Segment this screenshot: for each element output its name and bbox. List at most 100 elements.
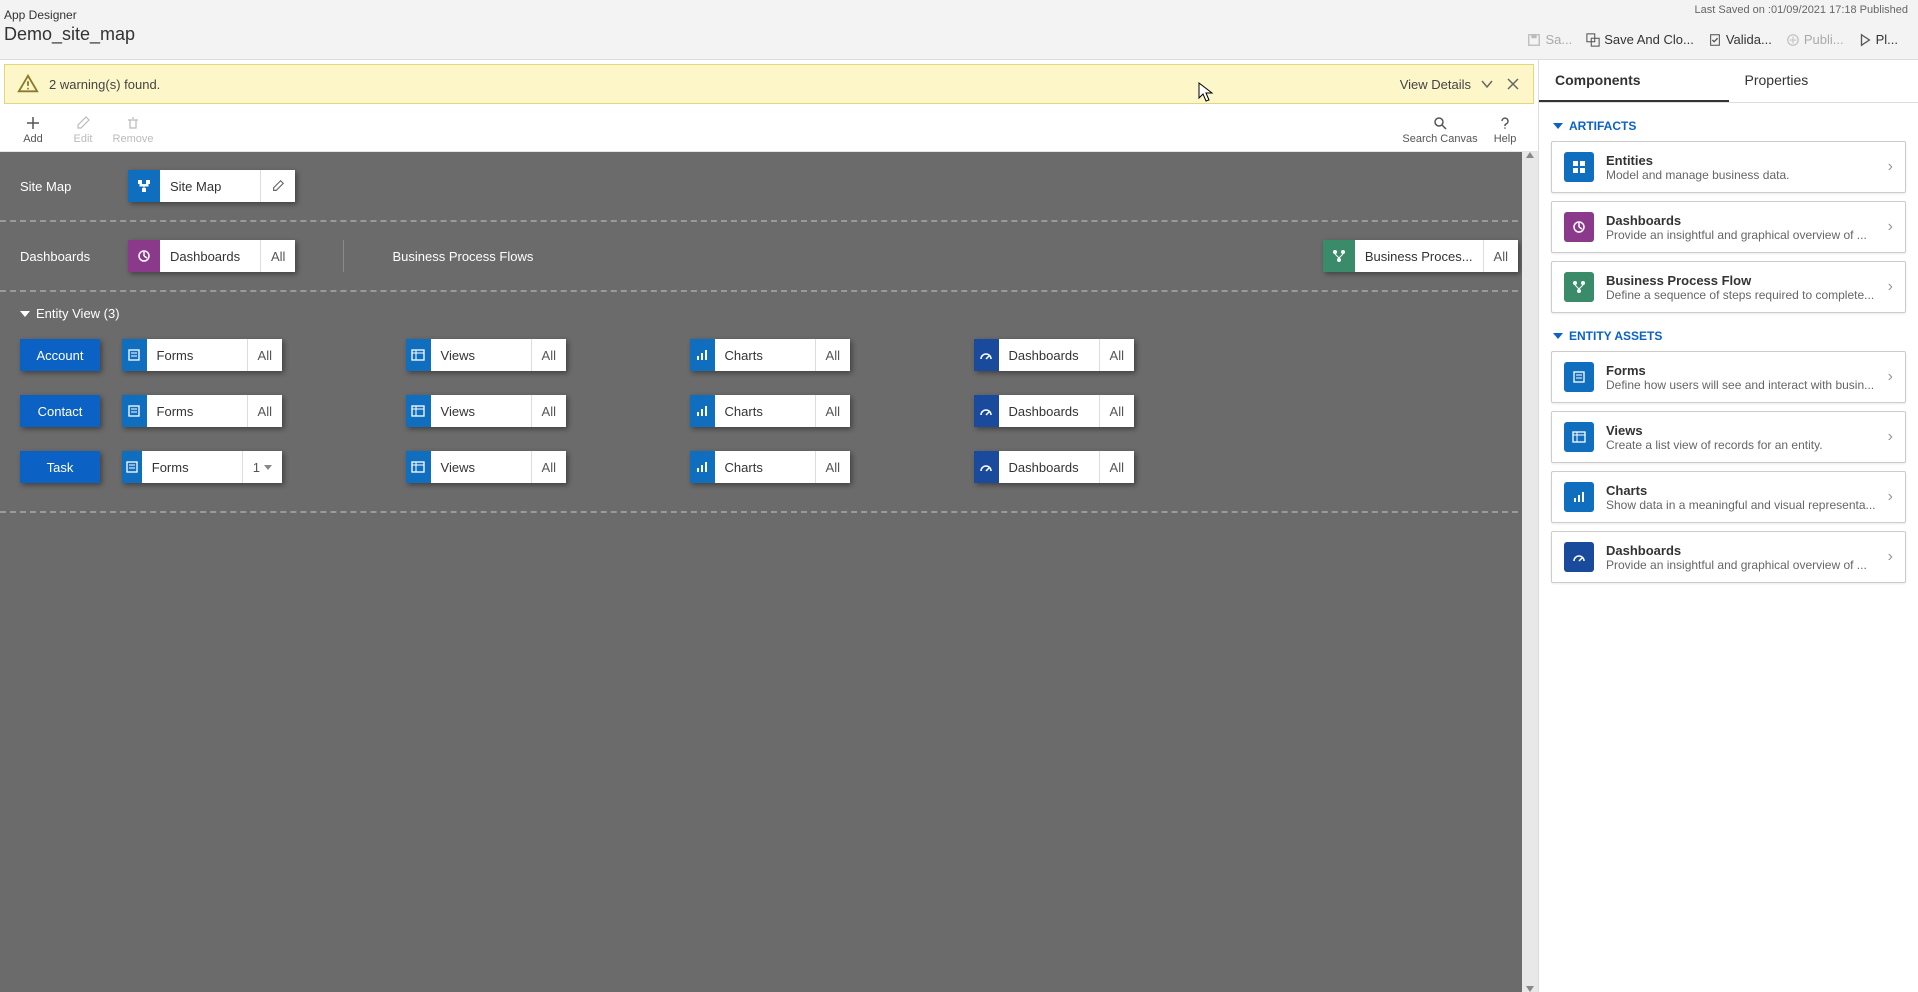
components-panel: ARTIFACTS EntitiesModel and manage busin… bbox=[1539, 103, 1918, 992]
dashboards-count[interactable]: All bbox=[1099, 339, 1134, 371]
card-charts[interactable]: ChartsShow data in a meaningful and visu… bbox=[1551, 471, 1906, 523]
entity-view-header[interactable]: Entity View (3) bbox=[0, 292, 1538, 321]
save-and-close-button[interactable]: Save And Clo... bbox=[1582, 26, 1698, 53]
tab-components[interactable]: Components bbox=[1539, 60, 1729, 102]
bpf-tile[interactable]: Business Proces... All bbox=[1323, 240, 1518, 272]
card-desc: Define a sequence of steps required to c… bbox=[1606, 288, 1876, 302]
header-bar: App Designer Demo_site_map Last Saved on… bbox=[0, 0, 1918, 60]
dashboards-label: Dashboards bbox=[999, 451, 1099, 483]
entity-dashboards-tile[interactable]: Dashboards All bbox=[974, 451, 1134, 483]
entity-chip-task[interactable]: Task bbox=[20, 451, 100, 483]
card-desc: Model and manage business data. bbox=[1606, 168, 1876, 182]
charts-tile[interactable]: Charts All bbox=[690, 451, 850, 483]
edit-button[interactable]: Edit bbox=[58, 110, 108, 150]
charts-count[interactable]: All bbox=[815, 451, 850, 483]
help-label: Help bbox=[1494, 133, 1517, 145]
forms-tile[interactable]: Forms 1 bbox=[122, 451, 282, 483]
views-tile[interactable]: Views All bbox=[406, 395, 566, 427]
search-label: Search Canvas bbox=[1402, 133, 1477, 145]
chevron-down-icon bbox=[264, 465, 272, 470]
forms-count[interactable]: All bbox=[247, 395, 282, 427]
card-desc: Provide an insightful and graphical over… bbox=[1606, 558, 1876, 572]
dashboards-count[interactable]: All bbox=[1099, 395, 1134, 427]
bpf-all[interactable]: All bbox=[1483, 240, 1518, 272]
remove-button[interactable]: Remove bbox=[108, 110, 158, 150]
bpf-row-label: Business Process Flows bbox=[392, 249, 552, 264]
card-dashboards[interactable]: DashboardsProvide an insightful and grap… bbox=[1551, 201, 1906, 253]
views-count[interactable]: All bbox=[531, 339, 566, 371]
views-count[interactable]: All bbox=[531, 395, 566, 427]
collapse-triangle-icon bbox=[20, 311, 30, 317]
dashboards-count[interactable]: All bbox=[1099, 451, 1134, 483]
card-desc: Provide an insightful and graphical over… bbox=[1606, 228, 1876, 242]
forms-count[interactable]: All bbox=[247, 339, 282, 371]
play-button[interactable]: Pl... bbox=[1854, 26, 1902, 53]
canvas-scrollbar[interactable] bbox=[1522, 152, 1538, 992]
views-tile[interactable]: Views All bbox=[406, 339, 566, 371]
sitemap-edit-button[interactable] bbox=[260, 170, 295, 202]
sitemap-tile[interactable]: Site Map bbox=[128, 170, 295, 202]
gauge-icon bbox=[974, 395, 999, 427]
card-dashboards-asset[interactable]: DashboardsProvide an insightful and grap… bbox=[1551, 531, 1906, 583]
forms-label: Forms bbox=[142, 451, 242, 483]
help-icon bbox=[1497, 115, 1513, 131]
card-title: Dashboards bbox=[1606, 213, 1876, 228]
group-artifacts-header[interactable]: ARTIFACTS bbox=[1551, 111, 1906, 141]
close-icon[interactable] bbox=[1505, 76, 1521, 92]
search-canvas-button[interactable]: Search Canvas bbox=[1400, 110, 1480, 150]
design-canvas[interactable]: Site Map Site Map Dashboards bbox=[0, 152, 1538, 992]
card-desc: Create a list view of records for an ent… bbox=[1606, 438, 1876, 452]
charts-count[interactable]: All bbox=[815, 395, 850, 427]
charts-count[interactable]: All bbox=[815, 339, 850, 371]
play-label: Pl... bbox=[1876, 32, 1898, 47]
publish-button[interactable]: Publi... bbox=[1782, 26, 1848, 53]
add-button[interactable]: Add bbox=[8, 110, 58, 150]
card-views[interactable]: ViewsCreate a list view of records for a… bbox=[1551, 411, 1906, 463]
entity-dashboards-tile[interactable]: Dashboards All bbox=[974, 339, 1134, 371]
view-details-link[interactable]: View Details bbox=[1400, 77, 1471, 92]
card-forms[interactable]: FormsDefine how users will see and inter… bbox=[1551, 351, 1906, 403]
sitemap-section: Site Map Site Map bbox=[0, 152, 1538, 222]
entity-dashboards-tile[interactable]: Dashboards All bbox=[974, 395, 1134, 427]
tab-properties[interactable]: Properties bbox=[1729, 60, 1918, 102]
canvas-wrap: 2 warning(s) found. View Details Add Edi… bbox=[0, 60, 1538, 992]
charts-tile[interactable]: Charts All bbox=[690, 339, 850, 371]
card-bpf[interactable]: Business Process FlowDefine a sequence o… bbox=[1551, 261, 1906, 313]
entity-row-task: Task Forms 1 Views All bbox=[0, 439, 1538, 495]
forms-count-dropdown[interactable]: 1 bbox=[242, 451, 282, 483]
canvas-toolbar: Add Edit Remove Search Canvas Help bbox=[0, 108, 1538, 152]
card-desc: Show data in a meaningful and visual rep… bbox=[1606, 498, 1876, 512]
card-title: Forms bbox=[1606, 363, 1876, 378]
entity-chip-contact[interactable]: Contact bbox=[20, 395, 100, 427]
chevron-right-icon: › bbox=[1888, 368, 1893, 386]
views-label: Views bbox=[431, 395, 531, 427]
dash-bpf-section: Dashboards Dashboards All Business Proce… bbox=[0, 222, 1538, 292]
edit-label: Edit bbox=[74, 133, 93, 145]
views-count[interactable]: All bbox=[531, 451, 566, 483]
form-icon bbox=[1564, 362, 1594, 392]
chevron-down-icon[interactable] bbox=[1479, 76, 1495, 92]
chevron-right-icon: › bbox=[1888, 158, 1893, 176]
entity-chip-account[interactable]: Account bbox=[20, 339, 100, 371]
card-entities[interactable]: EntitiesModel and manage business data. … bbox=[1551, 141, 1906, 193]
charts-tile[interactable]: Charts All bbox=[690, 395, 850, 427]
gauge-icon bbox=[1564, 542, 1594, 572]
chevron-right-icon: › bbox=[1888, 488, 1893, 506]
chevron-right-icon: › bbox=[1888, 548, 1893, 566]
view-icon bbox=[406, 451, 431, 483]
help-button[interactable]: Help bbox=[1480, 110, 1530, 150]
views-tile[interactable]: Views All bbox=[406, 451, 566, 483]
forms-tile[interactable]: Forms All bbox=[122, 395, 282, 427]
entity-row-account: Account Forms All Views All bbox=[0, 327, 1538, 383]
chart-icon bbox=[1564, 482, 1594, 512]
save-button[interactable]: Sa... bbox=[1523, 26, 1576, 53]
chevron-right-icon: › bbox=[1888, 218, 1893, 236]
dashboards-all[interactable]: All bbox=[260, 240, 295, 272]
forms-tile[interactable]: Forms All bbox=[122, 339, 282, 371]
form-icon bbox=[122, 339, 147, 371]
validate-button[interactable]: Valida... bbox=[1704, 26, 1776, 53]
dashboards-tile[interactable]: Dashboards All bbox=[128, 240, 295, 272]
view-icon bbox=[1564, 422, 1594, 452]
dashboard-icon bbox=[1564, 212, 1594, 242]
group-assets-header[interactable]: ENTITY ASSETS bbox=[1551, 321, 1906, 351]
